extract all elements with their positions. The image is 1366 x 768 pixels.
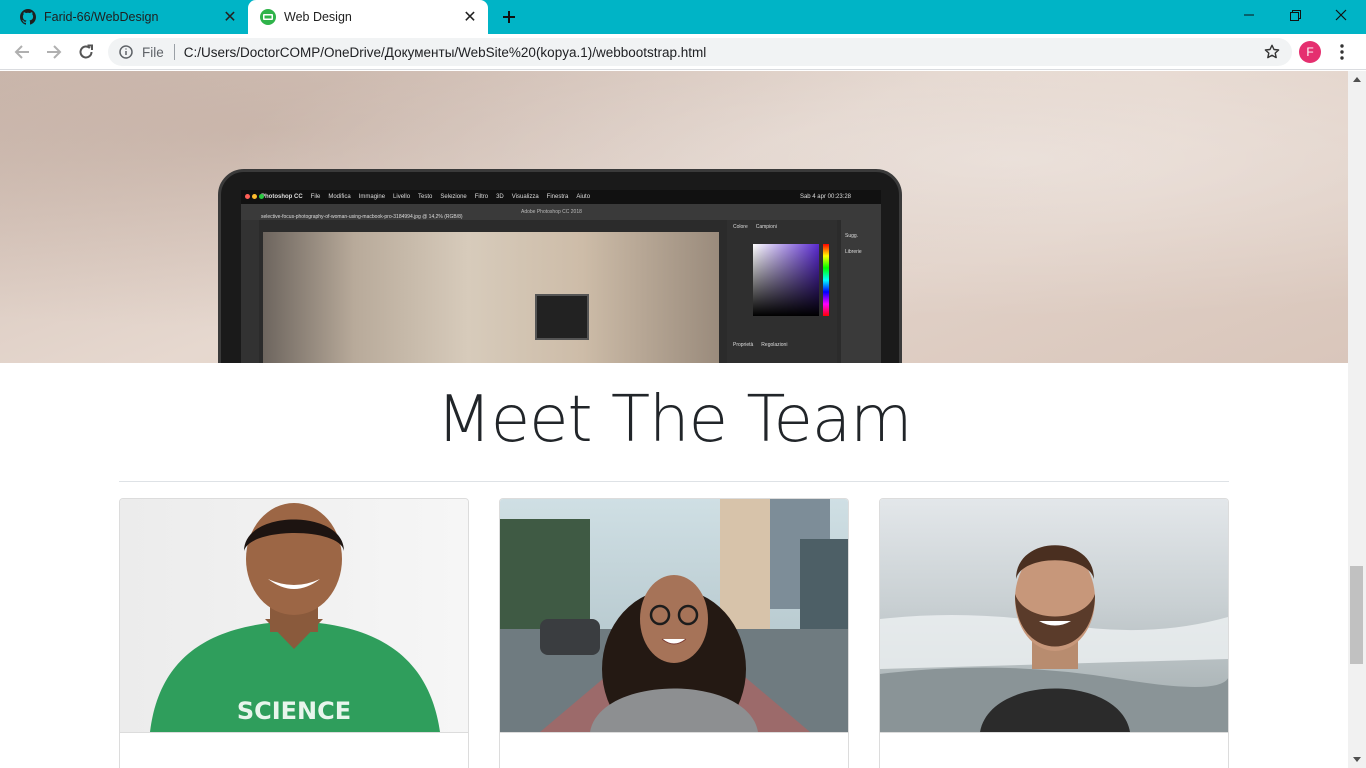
close-tab-icon[interactable]: ✕	[458, 5, 482, 29]
color-picker	[753, 244, 819, 316]
side-item: Sugg.	[845, 233, 859, 239]
panel-tab: Campioni	[755, 224, 777, 230]
section-divider	[119, 481, 1229, 482]
close-window-button[interactable]	[1318, 0, 1364, 30]
window-dots	[245, 194, 264, 199]
address-bar[interactable]: File C:/Users/DoctorCOMP/OneDrive/Докуме…	[108, 38, 1292, 66]
ps-status: Sab 4 apr 00:23:28	[799, 194, 851, 200]
ps-menu-item: Finestra	[546, 194, 569, 200]
close-icon	[1335, 9, 1347, 21]
laptop-screen: Photoshop CC File Modifica Immagine Live…	[241, 190, 881, 363]
ps-menu-item: Visualizza	[511, 194, 539, 200]
svg-text:SCIENCE: SCIENCE	[237, 697, 351, 725]
site-favicon-icon	[260, 9, 276, 25]
section-title: Meet The Team	[436, 383, 913, 457]
team-member-photo: SCIENCE	[120, 499, 468, 732]
ps-file-name: selective-focus-photography-of-woman-usi…	[261, 214, 463, 220]
divider	[173, 44, 175, 60]
ps-menu-item: Selezione	[440, 194, 467, 200]
minimize-icon	[1244, 14, 1254, 16]
ps-menu-item: Filtro	[474, 194, 489, 200]
tab-title: Farid-66/WebDesign	[44, 10, 159, 24]
tab-title: Web Design	[284, 10, 352, 24]
forward-button[interactable]	[40, 38, 68, 66]
minimize-button[interactable]	[1226, 0, 1272, 30]
ps-menu-item: 3D	[496, 194, 504, 200]
canvas-laptop	[535, 294, 589, 340]
panel-tab: Proprietà	[733, 342, 754, 348]
github-icon	[20, 9, 36, 25]
url-scheme: File	[142, 44, 164, 60]
url-text[interactable]: C:/Users/DoctorCOMP/OneDrive/Документы/W…	[184, 45, 1260, 60]
panel-tab: Colore	[733, 224, 748, 230]
ps-menu-item: Immagine	[358, 194, 386, 200]
scrollbar-thumb[interactable]	[1350, 566, 1363, 664]
ps-menu-item: Livello	[393, 194, 411, 200]
profile-avatar[interactable]: F	[1299, 41, 1321, 63]
reload-button[interactable]	[72, 38, 100, 66]
tab-github[interactable]: Farid-66/WebDesign ✕	[8, 0, 248, 34]
scroll-down-icon[interactable]	[1353, 757, 1361, 762]
panel-tab: Regolazioni	[761, 342, 788, 348]
ps-menu-item: Photoshop CC	[261, 194, 303, 200]
back-button[interactable]	[8, 38, 36, 66]
team-member-photo	[500, 499, 848, 732]
browser-toolbar: File C:/Users/DoctorCOMP/OneDrive/Докуме…	[0, 34, 1366, 70]
page-scrollbar[interactable]	[1348, 71, 1366, 768]
team-card	[879, 498, 1229, 768]
bookmark-star-icon[interactable]	[1260, 40, 1284, 64]
arrow-left-icon	[14, 45, 29, 59]
arrow-right-icon	[47, 45, 62, 59]
scroll-up-icon[interactable]	[1353, 77, 1361, 82]
new-tab-button[interactable]	[497, 5, 521, 29]
restore-button[interactable]	[1272, 0, 1318, 30]
ps-menu-item: Modifica	[328, 194, 351, 200]
team-card-body	[500, 732, 848, 768]
photoshop-toolbar	[241, 220, 259, 363]
reload-icon	[79, 44, 93, 59]
photoshop-canvas	[263, 232, 719, 363]
hero-image: Photoshop CC File Modifica Immagine Live…	[0, 71, 1348, 363]
ps-menu-item: File	[310, 194, 321, 200]
page-viewport: Photoshop CC File Modifica Immagine Live…	[0, 71, 1348, 768]
browser-menu-button[interactable]	[1330, 38, 1354, 66]
team-card	[499, 498, 849, 768]
tab-web-design[interactable]: Web Design ✕	[248, 0, 488, 34]
photoshop-side-panel: Sugg. Librerie	[841, 220, 881, 363]
team-card: SCIENCE	[119, 498, 469, 768]
kebab-menu-icon	[1340, 44, 1344, 60]
ps-menu-item: Testo	[418, 194, 433, 200]
team-card-body	[120, 732, 468, 768]
panel-bottom-tabs: Proprietà Regolazioni	[733, 342, 787, 348]
hue-slider	[823, 244, 829, 316]
side-panel-items: Sugg. Librerie	[845, 228, 862, 260]
tab-strip: Farid-66/WebDesign ✕ Web Design ✕	[0, 0, 1366, 34]
panel-tabs: Colore Campioni	[733, 224, 777, 230]
plus-icon	[503, 11, 515, 23]
restore-icon	[1289, 9, 1301, 21]
team-member-photo	[880, 499, 1228, 732]
photoshop-menubar: Photoshop CC File Modifica Immagine Live…	[241, 190, 881, 204]
team-card-body	[880, 732, 1228, 768]
close-tab-icon[interactable]: ✕	[218, 5, 242, 29]
info-icon[interactable]	[116, 42, 136, 62]
laptop-image: Photoshop CC File Modifica Immagine Live…	[218, 169, 902, 363]
photoshop-color-panel: Colore Campioni Proprietà Regolazioni	[727, 220, 837, 363]
ps-menu-item: Aiuto	[576, 194, 591, 200]
side-item: Librerie	[845, 249, 862, 255]
